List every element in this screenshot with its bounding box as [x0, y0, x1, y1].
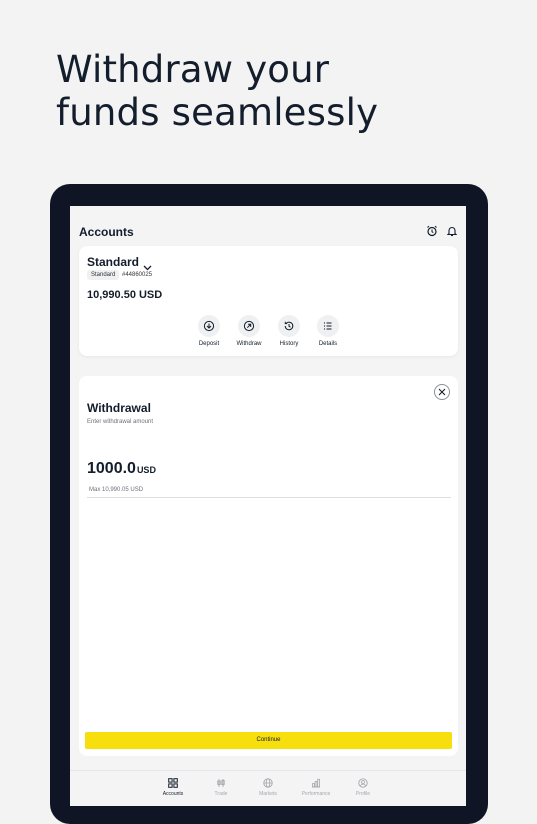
amount-value[interactable]: 1000.0 [87, 460, 136, 477]
headline-line-1: Withdraw your [56, 48, 330, 91]
amount-input[interactable]: 1000.0USD [87, 460, 156, 478]
nav-item-markets[interactable]: Markets [248, 778, 288, 797]
nav-item-accounts[interactable]: Accounts [153, 778, 193, 797]
withdraw-label: Withdraw [236, 341, 262, 347]
deposit-button[interactable]: Deposit [189, 315, 229, 347]
trade-icon [217, 779, 225, 787]
deposit-label: Deposit [198, 341, 220, 347]
withdrawal-sheet: Withdrawal Enter withdrawal amount 1000.… [79, 376, 458, 756]
history-label: History [279, 341, 299, 347]
bottom-nav: Accounts Trade Markets Performance Profi… [70, 770, 466, 806]
amount-divider [87, 497, 451, 498]
account-name[interactable]: Standard [87, 255, 139, 269]
max-amount-hint: Max 10,990.05 USD [89, 487, 144, 493]
app-screen: Accounts Standard Standard #44860025 10,… [70, 206, 466, 806]
account-balance: 10,990.50 USD [87, 289, 163, 301]
nav-label: Trade [214, 791, 228, 797]
withdrawal-subtitle: Enter withdrawal amount [87, 419, 154, 425]
nav-label: Markets [259, 791, 277, 797]
account-type-badge: Standard [87, 270, 120, 280]
details-icon [323, 322, 332, 330]
close-button[interactable] [434, 384, 450, 400]
bell-icon[interactable] [446, 224, 460, 238]
alarm-icon[interactable] [426, 224, 440, 238]
nav-item-performance[interactable]: Performance [296, 778, 336, 797]
details-button[interactable]: Details [308, 315, 348, 347]
nav-label: Performance [301, 791, 331, 797]
amount-currency: USD [136, 465, 156, 475]
continue-button[interactable]: Continue [85, 732, 452, 749]
accounts-icon [168, 778, 178, 788]
history-button[interactable]: History [269, 315, 309, 347]
withdrawal-title: Withdrawal [87, 401, 151, 415]
deposit-icon [203, 320, 215, 332]
app-header: Accounts [70, 206, 466, 246]
profile-icon [358, 778, 368, 788]
close-icon [438, 388, 446, 396]
page-title: Accounts [79, 225, 134, 239]
account-card: Standard Standard #44860025 10,990.50 US… [79, 246, 458, 356]
withdraw-icon [243, 320, 255, 332]
account-number: #44860025 [122, 272, 153, 278]
nav-label: Accounts [162, 791, 184, 797]
nav-label: Profile [355, 791, 371, 797]
headline-line-2: funds seamlessly [56, 91, 379, 134]
history-icon [284, 321, 294, 331]
withdraw-button[interactable]: Withdraw [229, 315, 269, 347]
page-headline: Withdraw your funds seamlessly [56, 48, 496, 134]
nav-item-trade[interactable]: Trade [201, 778, 241, 797]
details-label: Details [318, 341, 338, 347]
globe-icon [263, 778, 273, 788]
nav-item-profile[interactable]: Profile [343, 778, 383, 797]
chart-icon [312, 778, 320, 788]
